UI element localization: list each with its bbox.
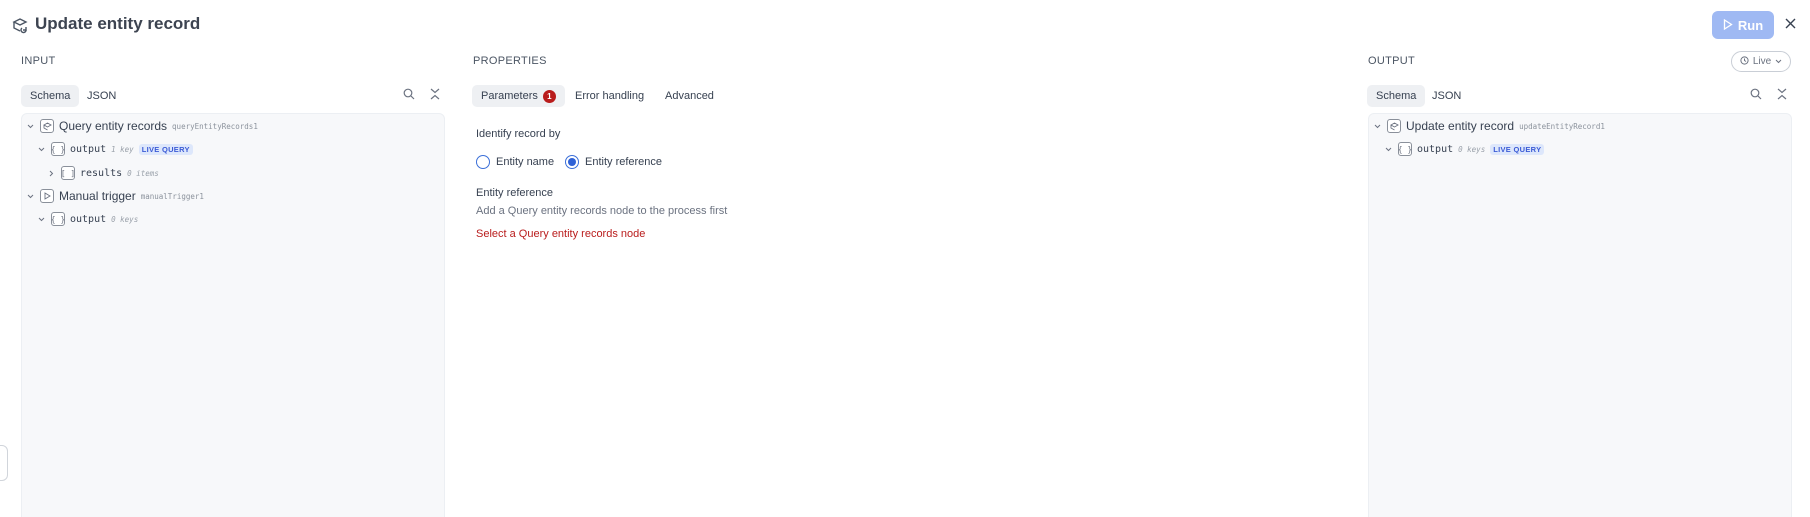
live-query-badge: LIVE QUERY (1490, 143, 1545, 155)
node-title: Manual trigger (59, 189, 136, 203)
tab-advanced[interactable]: Advanced (656, 85, 723, 107)
panel-header: Update entity record Run (0, 0, 1810, 50)
input-section-label: INPUT (21, 55, 56, 67)
node-title: Update entity record (1406, 119, 1515, 133)
live-toggle-label: Live (1752, 56, 1772, 67)
entity-node-icon (11, 16, 29, 34)
node-id: queryEntityRecords1 (172, 121, 258, 131)
object-icon: { } (51, 212, 65, 226)
properties-section-label: PROPERTIES (473, 55, 547, 67)
radio-unchecked-icon (476, 155, 490, 169)
object-icon: { } (1398, 142, 1412, 156)
field-key: results (80, 167, 123, 179)
error-count-badge: 1 (542, 89, 556, 103)
radio-entity-name[interactable]: Entity name (476, 155, 554, 169)
array-icon: [ ] (61, 166, 75, 180)
side-panel-handle[interactable] (0, 445, 8, 481)
tab-parameters[interactable]: Parameters 1 (472, 85, 565, 107)
search-icon (1750, 87, 1762, 105)
object-icon: { } (51, 142, 65, 156)
chevron-down-icon (26, 122, 35, 131)
tree-node-query-entity-records[interactable]: Query entity records queryEntityRecords1 (26, 117, 258, 135)
chevron-down-icon (37, 215, 46, 224)
tree-node-manual-trigger[interactable]: Manual trigger manualTrigger1 (26, 187, 204, 205)
tree-node-output[interactable]: { } output 1 key LIVE QUERY (37, 140, 193, 158)
input-tab-json[interactable]: JSON (78, 85, 125, 107)
output-tab-schema[interactable]: Schema (1367, 85, 1426, 107)
tab-error-handling[interactable]: Error handling (566, 85, 653, 107)
live-query-badge: LIVE QUERY (138, 143, 193, 155)
play-icon (1723, 18, 1733, 33)
entity-reference-hint: Add a Query entity records node to the p… (476, 205, 728, 217)
field-key: output (1417, 143, 1454, 155)
chevron-down-icon (1373, 122, 1382, 131)
run-button-label: Run (1737, 17, 1764, 33)
field-meta: 1 key (111, 144, 134, 154)
field-key: output (70, 143, 107, 155)
close-button[interactable] (1780, 15, 1800, 35)
input-tab-schema[interactable]: Schema (21, 85, 80, 107)
page-title: Update entity record (35, 14, 201, 33)
entity-node-icon (1387, 119, 1401, 133)
output-section-label: OUTPUT (1368, 55, 1416, 67)
output-schema-panel (1368, 113, 1792, 517)
field-meta: 0 items (127, 168, 159, 178)
tab-parameters-label: Parameters (481, 90, 538, 102)
chevron-right-icon (47, 169, 56, 178)
run-button[interactable]: Run (1712, 11, 1774, 39)
search-icon (403, 87, 415, 105)
chevron-down-icon (1384, 145, 1393, 154)
chevron-down-icon (37, 145, 46, 154)
clock-icon (1740, 55, 1749, 68)
tree-node-results[interactable]: [ ] results 0 items (47, 164, 159, 182)
input-search-button[interactable] (402, 87, 416, 105)
entity-reference-error: Select a Query entity records node (476, 228, 646, 240)
radio-checked-icon (565, 155, 579, 169)
output-tab-json[interactable]: JSON (1423, 85, 1470, 107)
field-key: output (70, 213, 107, 225)
chevron-down-icon (1775, 56, 1782, 67)
radio-label: Entity reference (585, 156, 663, 168)
chevron-down-icon (26, 192, 35, 201)
input-collapse-all-button[interactable] (428, 87, 442, 105)
tree-node-update-entity-record[interactable]: Update entity record updateEntityRecord1 (1373, 117, 1605, 135)
node-title: Query entity records (59, 119, 168, 133)
field-meta: 0 keys (111, 214, 139, 224)
collapse-all-icon (1777, 87, 1787, 105)
output-search-button[interactable] (1749, 87, 1763, 105)
node-id: manualTrigger1 (140, 191, 204, 201)
live-toggle[interactable]: Live (1731, 51, 1791, 72)
radio-entity-reference[interactable]: Entity reference (565, 155, 662, 169)
tree-node-output[interactable]: { } output 0 keys LIVE QUERY (1384, 140, 1545, 158)
identify-record-label: Identify record by (476, 128, 561, 140)
play-icon (40, 189, 54, 203)
field-meta: 0 keys (1458, 144, 1486, 154)
node-id: updateEntityRecord1 (1519, 121, 1605, 131)
tree-node-output[interactable]: { } output 0 keys (37, 210, 138, 228)
entity-reference-label: Entity reference (476, 187, 554, 199)
radio-label: Entity name (496, 156, 555, 168)
output-collapse-all-button[interactable] (1775, 87, 1789, 105)
entity-node-icon (40, 119, 54, 133)
collapse-all-icon (430, 87, 440, 105)
close-icon (1785, 16, 1796, 34)
